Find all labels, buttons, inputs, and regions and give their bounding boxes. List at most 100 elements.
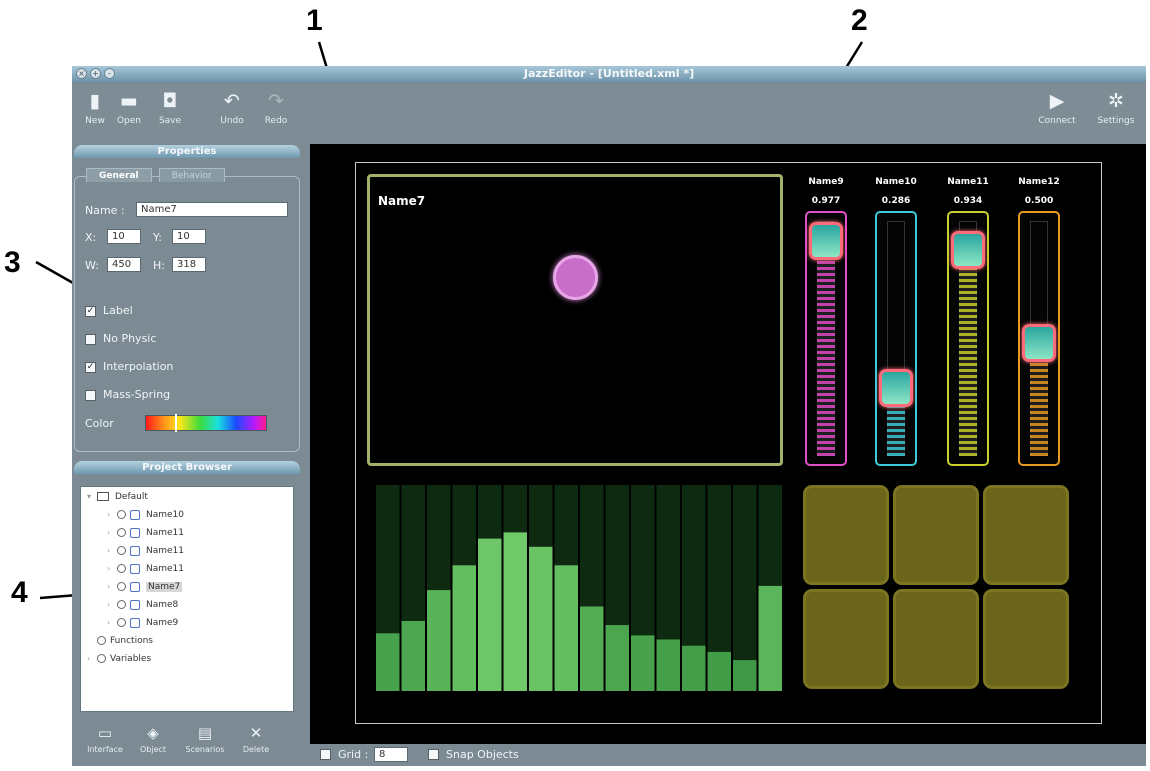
no-physic-checkbox[interactable] (85, 334, 96, 345)
expand-arrow-icon[interactable]: › (107, 615, 117, 631)
visibility-icon[interactable] (117, 618, 126, 627)
tree-item[interactable]: › Name11 (107, 525, 184, 541)
tree-item[interactable]: › Name9 (107, 615, 178, 631)
delete-button[interactable]: ✕ Delete (233, 724, 279, 754)
multislider-bar[interactable] (503, 532, 528, 691)
tab-general[interactable]: General (86, 168, 152, 182)
tree-item[interactable]: › Name11 (107, 561, 184, 577)
multislider-bar[interactable] (605, 625, 630, 691)
multislider-bar[interactable] (707, 651, 732, 691)
mass-spring-checkbox[interactable] (85, 390, 96, 401)
pad-button[interactable] (983, 589, 1069, 689)
pad-button[interactable] (803, 589, 889, 689)
settings-button[interactable]: ✲ Settings (1096, 90, 1136, 126)
fader-knob[interactable] (1022, 324, 1056, 362)
multislider-bar[interactable] (580, 606, 604, 692)
expand-arrow-icon[interactable]: › (107, 543, 117, 559)
multislider-bar[interactable] (682, 645, 706, 691)
grid-checkbox[interactable] (320, 749, 331, 760)
fader-value-label: 0.286 (881, 196, 911, 206)
expand-arrow-icon[interactable]: › (107, 561, 117, 577)
multislider-bar[interactable] (656, 639, 681, 692)
color-picker-marker[interactable] (175, 414, 177, 432)
y-field[interactable]: 10 (172, 229, 206, 244)
h-field[interactable]: 318 (172, 257, 206, 272)
visibility-icon[interactable] (117, 528, 126, 537)
expand-arrow-icon[interactable]: › (107, 525, 117, 541)
visibility-icon[interactable] (117, 546, 126, 555)
tree-item[interactable]: › Name10 (107, 507, 184, 523)
redo-button[interactable]: ↷ Redo (256, 90, 296, 126)
label-checkbox[interactable]: ✓ (85, 306, 96, 317)
new-button-label: New (85, 116, 105, 126)
fader-slider[interactable] (805, 211, 847, 466)
tree-item[interactable]: › Name11 (107, 543, 184, 559)
undo-button[interactable]: ↶ Undo (212, 90, 252, 126)
save-button[interactable]: ◘ Save (150, 90, 190, 126)
multislider-bar[interactable] (554, 565, 579, 691)
interpolation-checkbox[interactable]: ✓ (85, 362, 96, 373)
x-field[interactable]: 10 (107, 229, 141, 244)
multislider-bar[interactable] (478, 538, 502, 691)
fader-fill (959, 244, 977, 456)
snap-objects-checkbox[interactable] (428, 749, 439, 760)
multislider-bar[interactable] (733, 660, 757, 691)
visibility-icon[interactable] (117, 564, 126, 573)
expand-arrow-icon[interactable]: › (107, 579, 117, 595)
object-icon (130, 563, 140, 574)
name-field[interactable]: Name7 (136, 202, 288, 217)
undo-icon: ↶ (224, 90, 240, 112)
pad-button[interactable] (983, 485, 1069, 585)
w-field[interactable]: 450 (107, 257, 141, 272)
snap-objects-label: Snap Objects (446, 748, 519, 761)
multislider-bar[interactable] (427, 590, 451, 691)
tree-root-default[interactable]: ▾ Default (87, 489, 148, 505)
tree-item-variables[interactable]: › Variables (87, 651, 151, 667)
callout-2: 2 (851, 4, 868, 37)
properties-panel-header: Properties (74, 145, 300, 158)
tree-item-selected[interactable]: › Name7 (107, 579, 183, 595)
fader-knob[interactable] (809, 222, 843, 260)
interface-button[interactable]: ▭ Interface (82, 724, 128, 754)
tab-behavior[interactable]: Behavior (158, 168, 225, 182)
fader-slider[interactable] (1018, 211, 1060, 466)
xy-pad-ball[interactable] (553, 255, 598, 300)
multislider-bar[interactable] (758, 585, 783, 691)
fader-name-label: Name10 (875, 177, 917, 187)
multislider-bar[interactable] (631, 635, 655, 691)
multislider-bar-track (733, 485, 757, 691)
scenarios-button[interactable]: ▤ Scenarios (182, 724, 228, 754)
object-button[interactable]: ◈ Object (130, 724, 176, 754)
multislider-bars[interactable] (375, 485, 783, 691)
toolbar: ▮ New ▬ Open ◘ Save ↶ Undo ↷ Redo ▶ Conn… (72, 82, 1146, 142)
tree-item[interactable]: › Name8 (107, 597, 178, 613)
multislider-bar[interactable] (401, 621, 426, 691)
fader-knob[interactable] (951, 231, 985, 269)
tree-item-functions[interactable]: Functions (97, 633, 153, 649)
name-label: Name : (85, 204, 125, 217)
expand-arrow-icon[interactable]: › (107, 597, 117, 613)
pad-button[interactable] (893, 485, 979, 585)
multislider-bar[interactable] (376, 633, 400, 691)
expand-arrow-icon[interactable]: › (107, 507, 117, 523)
color-picker[interactable] (145, 414, 267, 432)
expand-arrow-icon[interactable]: › (87, 651, 97, 667)
y-label: Y: (153, 231, 162, 244)
connect-button[interactable]: ▶ Connect (1037, 90, 1077, 126)
multislider-bar[interactable] (529, 546, 553, 691)
visibility-icon[interactable] (117, 582, 126, 591)
xy-pad[interactable]: Name7 (367, 174, 783, 466)
pad-button[interactable] (893, 589, 979, 689)
multislider[interactable] (375, 485, 783, 691)
visibility-icon[interactable] (117, 510, 126, 519)
visibility-icon[interactable] (117, 600, 126, 609)
open-button[interactable]: ▬ Open (109, 90, 149, 126)
fader-knob[interactable] (879, 369, 913, 407)
pad-button[interactable] (803, 485, 889, 585)
multislider-bar[interactable] (452, 565, 477, 691)
grid-size-field[interactable]: 8 (374, 747, 408, 762)
fader-slider[interactable] (947, 211, 989, 466)
stage-canvas[interactable]: Name7 Name9 0.977 Name10 0.286 Name11 0.934 Na… (310, 144, 1146, 744)
expand-arrow-icon[interactable]: ▾ (87, 489, 97, 505)
fader-slider[interactable] (875, 211, 917, 466)
